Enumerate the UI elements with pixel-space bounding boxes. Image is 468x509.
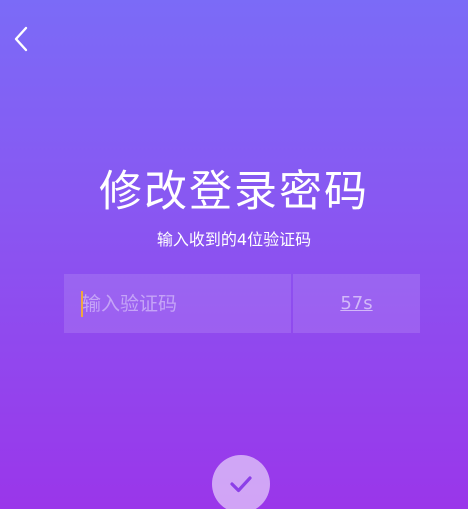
- text-caret: [81, 291, 83, 317]
- back-button[interactable]: [8, 24, 34, 54]
- page-title: 修改登录密码: [99, 167, 369, 217]
- confirm-button[interactable]: [212, 455, 270, 509]
- countdown-timer: 57s: [340, 293, 373, 314]
- page-subtitle: 输入收到的4位验证码: [156, 230, 312, 249]
- resend-countdown-button[interactable]: 57s: [293, 274, 420, 333]
- verification-code-input[interactable]: [64, 274, 291, 333]
- checkmark-icon: [230, 476, 252, 493]
- chevron-left-icon: [14, 26, 28, 52]
